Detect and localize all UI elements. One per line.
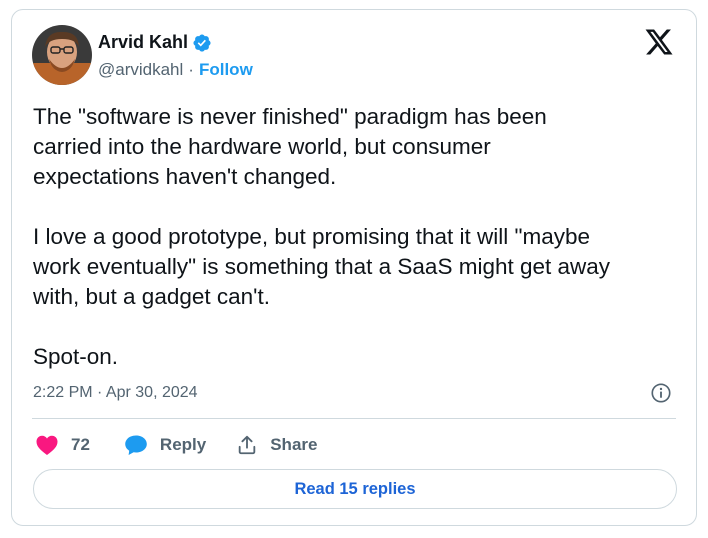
- read-replies-button[interactable]: Read 15 replies: [33, 469, 677, 509]
- share-button[interactable]: Share: [236, 434, 317, 456]
- tweet-text: The "software is never finished" paradig…: [33, 104, 611, 369]
- author-name-row: Arvid Kahl: [98, 32, 212, 53]
- heart-icon: [35, 434, 59, 456]
- divider: [32, 418, 676, 419]
- info-icon[interactable]: [650, 382, 672, 404]
- author-name[interactable]: Arvid Kahl: [98, 32, 188, 53]
- like-count: 72: [71, 435, 90, 454]
- reply-label: Reply: [159, 435, 207, 454]
- tweet-card: Arvid Kahl @arvidkahl · Follow The "soft…: [11, 9, 697, 526]
- tweet-actions: 72 Reply Share: [35, 431, 317, 459]
- avatar[interactable]: [32, 25, 92, 85]
- tweet-timestamp[interactable]: 2:22 PM · Apr 30, 2024: [33, 384, 198, 402]
- author-handle-row: @arvidkahl · Follow: [98, 60, 253, 80]
- speech-bubble-icon: [124, 434, 148, 456]
- like-button[interactable]: 72: [35, 434, 90, 456]
- share-label: Share: [270, 435, 318, 454]
- reply-button[interactable]: Reply: [124, 434, 206, 456]
- x-logo-icon[interactable]: [644, 28, 674, 56]
- verified-badge-icon: [192, 33, 212, 53]
- share-upload-icon: [236, 434, 258, 456]
- follow-button[interactable]: Follow: [199, 60, 253, 80]
- separator-dot: ·: [188, 60, 194, 79]
- author-handle[interactable]: @arvidkahl: [98, 60, 183, 80]
